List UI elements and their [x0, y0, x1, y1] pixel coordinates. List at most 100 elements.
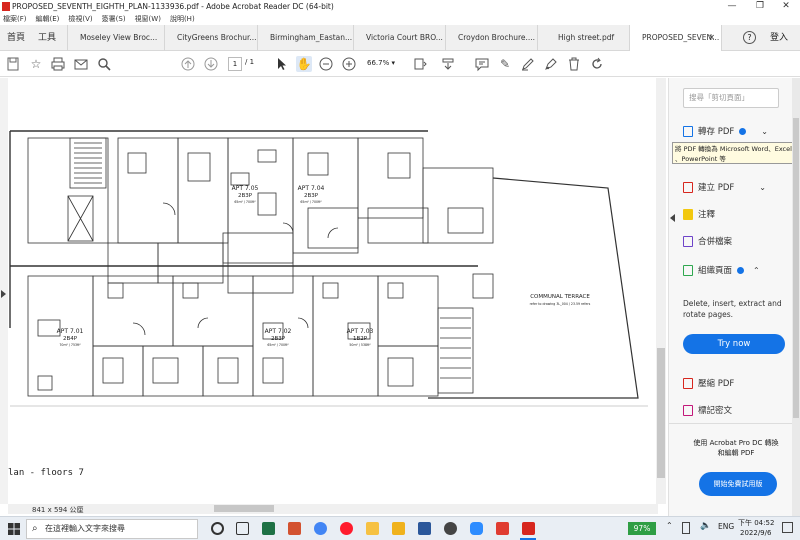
chevron-up-icon[interactable]: ⌃ — [753, 266, 760, 275]
fit-page-icon[interactable] — [412, 56, 428, 72]
fill-sign-icon[interactable] — [543, 56, 559, 72]
clock-date[interactable]: 2022/9/6 — [740, 529, 771, 538]
hand-tool-icon[interactable]: ✋ — [296, 56, 312, 72]
menu-file[interactable]: 檔案(F) — [3, 13, 27, 25]
tool-redact[interactable]: 標記密文 — [683, 404, 732, 416]
tab-label: Moseley View Broc... — [80, 33, 158, 42]
highlight-pen-icon[interactable]: ✎ — [497, 56, 513, 72]
zoom-out-icon[interactable] — [318, 56, 334, 72]
task-view-icon[interactable] — [236, 522, 249, 535]
free-trial-button[interactable]: 開始免費試用版 — [699, 472, 777, 496]
login-button[interactable]: 登入 — [770, 25, 788, 51]
scroll-mode-icon[interactable] — [440, 56, 456, 72]
cortana-icon[interactable] — [211, 522, 224, 535]
clock-time[interactable]: 下午 04:52 — [738, 519, 774, 528]
tooltip: 將 PDF 轉換為 Microsoft Word、Excel 、PowerPoi… — [672, 142, 798, 164]
terrace-label: COMMUNAL TERRACE — [530, 294, 590, 300]
tab-doc-birmingham[interactable]: Birmingham_Eastan... — [258, 25, 354, 51]
tool-combine[interactable]: 合併檔案 — [683, 235, 732, 247]
minimize-button[interactable]: — — [718, 0, 746, 13]
comment-tool-icon — [683, 208, 693, 220]
battery-icon[interactable] — [682, 522, 690, 534]
powerpoint-icon[interactable] — [288, 522, 301, 535]
tool-label: 注釋 — [698, 210, 716, 220]
tab-doc-croydon[interactable]: Croydon Brochure.... — [446, 25, 538, 51]
next-page-icon[interactable] — [203, 56, 219, 72]
menu-help[interactable]: 說明(H) — [170, 13, 195, 25]
notes-app-icon[interactable] — [392, 522, 405, 535]
pdf-document-view[interactable]: APT 7.05 2B3P 65m² / 700ft² APT 7.04 2B3… — [8, 78, 658, 504]
menu-edit[interactable]: 編輯(E) — [36, 13, 60, 25]
opera-icon[interactable] — [340, 522, 353, 535]
taskbar-search-placeholder: 在這裡輸入文字來搜尋 — [45, 524, 125, 533]
battery-indicator[interactable]: 97% — [628, 522, 656, 535]
expand-left-panel-icon[interactable] — [1, 290, 6, 298]
acrobat-app-icon — [2, 2, 10, 11]
save-icon[interactable] — [5, 56, 21, 72]
tab-tools[interactable]: 工具 — [32, 25, 68, 51]
bookmark-star-icon[interactable]: ☆ — [28, 56, 44, 72]
close-tab-icon[interactable]: ✕ — [708, 25, 715, 51]
zoom-level-dropdown[interactable]: 66.7% ▾ — [364, 57, 404, 71]
email-icon[interactable] — [73, 56, 89, 72]
taskbar-search-box[interactable]: ⌕ 在這裡輸入文字來搜尋 — [26, 519, 198, 539]
acrobat-reader-taskbar-icon[interactable] — [522, 522, 535, 535]
unit-type-7-01: 2B4P — [63, 336, 78, 342]
vertical-scroll-thumb[interactable] — [657, 348, 665, 478]
organize-pages-icon — [683, 264, 693, 276]
pane-scroll-thumb[interactable] — [793, 118, 799, 418]
vertical-scrollbar[interactable] — [656, 78, 666, 504]
input-language[interactable]: ENG — [718, 522, 734, 531]
file-explorer-icon[interactable] — [366, 522, 379, 535]
chevron-down-icon[interactable]: ⌄ — [759, 183, 766, 192]
tab-doc-citygreens[interactable]: CityGreens Brochur... — [165, 25, 258, 51]
pro-promo-text: 使用 Acrobat Pro DC 轉換和編輯 PDF — [693, 439, 779, 457]
select-cursor-icon[interactable] — [273, 56, 289, 72]
menu-view[interactable]: 檢視(V) — [68, 13, 92, 25]
unit-area-7-01: 70m² / 753ft² — [59, 343, 81, 347]
tool-comment[interactable]: 注釋 — [683, 208, 715, 220]
collapse-pane-icon[interactable] — [669, 214, 675, 222]
comment-icon[interactable] — [474, 56, 490, 72]
tab-doc-proposed[interactable]: PROPOSED_SEVEN... ✕ — [630, 25, 722, 51]
tab-doc-moseley[interactable]: Moseley View Broc... — [68, 25, 165, 51]
previous-page-icon[interactable] — [180, 56, 196, 72]
notification-icon[interactable] — [782, 522, 793, 533]
close-window-button[interactable]: ✕ — [772, 0, 800, 13]
tray-chevron-up-icon[interactable]: ⌃ — [666, 521, 673, 530]
camera-app-icon[interactable] — [444, 522, 457, 535]
speaker-icon[interactable]: 🔈 — [700, 521, 711, 531]
search-icon[interactable] — [96, 56, 112, 72]
tools-search-input[interactable]: 搜尋「剪切頁面」 — [683, 88, 779, 108]
word-icon[interactable] — [418, 522, 431, 535]
tool-organize[interactable]: 組織頁面 ⌃ — [683, 264, 760, 276]
menu-sign[interactable]: 簽署(S) — [102, 13, 126, 25]
rotate-icon[interactable] — [589, 56, 605, 72]
horizontal-scroll-thumb[interactable] — [214, 505, 274, 512]
delete-icon[interactable] — [566, 56, 582, 72]
excel-icon[interactable] — [262, 522, 275, 535]
chrome-icon[interactable] — [314, 522, 327, 535]
menu-window[interactable]: 視窗(W) — [135, 13, 161, 25]
print-icon[interactable] — [50, 56, 66, 72]
draw-icon[interactable] — [520, 56, 536, 72]
search-icon: ⌕ — [32, 523, 38, 534]
tab-doc-highstreet[interactable]: High street.pdf — [538, 25, 630, 51]
tools-pane-scrollbar[interactable] — [792, 78, 800, 516]
title-bar: PROPOSED_SEVENTH_EIGHTH_PLAN-1133936.pdf… — [0, 0, 800, 13]
windows-start-icon[interactable] — [8, 523, 20, 535]
zoom-app-icon[interactable] — [470, 522, 483, 535]
chevron-down-icon[interactable]: ⌄ — [761, 127, 768, 136]
zoom-in-icon[interactable] — [341, 56, 357, 72]
tool-export-pdf[interactable]: 轉存 PDF ⌄ — [683, 125, 768, 137]
acrobat-pen-icon[interactable] — [496, 522, 509, 535]
maximize-button[interactable]: ❐ — [746, 0, 774, 13]
tool-compress-pdf[interactable]: 壓縮 PDF — [683, 377, 734, 389]
try-now-button[interactable]: Try now — [683, 334, 785, 354]
tab-doc-victoria[interactable]: Victoria Court BRO... — [354, 25, 446, 51]
page-number-input[interactable]: 1 — [228, 57, 242, 71]
tool-create-pdf[interactable]: 建立 PDF ⌄ — [683, 181, 766, 193]
combine-files-icon — [683, 235, 693, 247]
tab-home[interactable]: 首頁 — [0, 25, 32, 51]
help-icon[interactable]: ? — [743, 31, 756, 44]
